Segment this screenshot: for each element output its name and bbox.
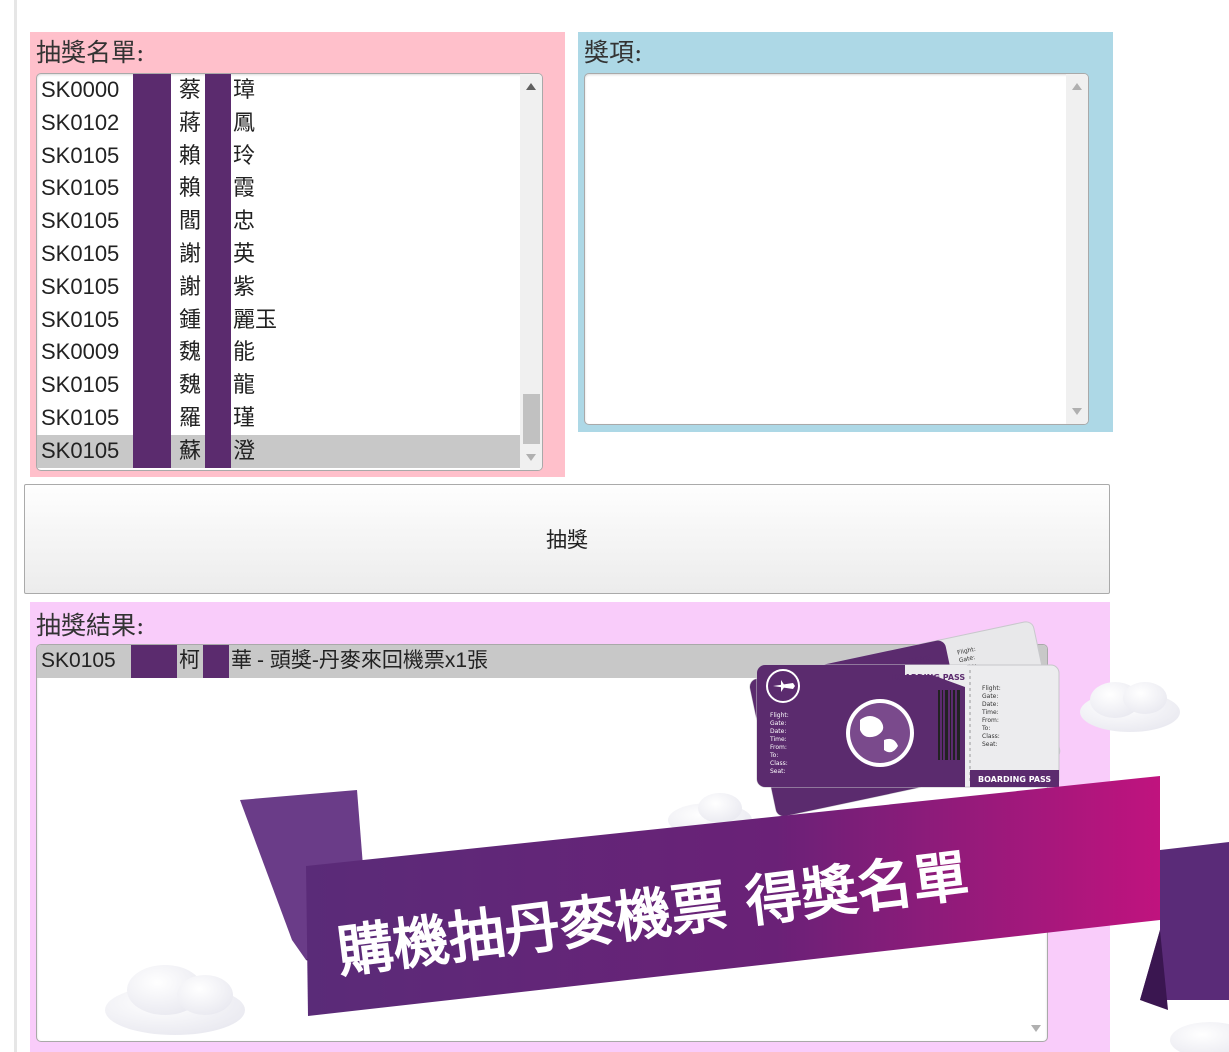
draw-list-rows: SK0000 蔡璋 SK0102 蔣鳳 SK0105 賴玲 SK0105 賴霞 SK01… [37, 74, 520, 468]
redaction-bar [133, 434, 171, 468]
redaction-bar [205, 74, 231, 107]
list-item[interactable]: SK0105 賴霞 [37, 172, 520, 206]
list-item[interactable]: SK0105 賴玲 [37, 139, 520, 173]
prizes-label: 獎項: [584, 38, 643, 67]
redaction-bar [133, 369, 171, 402]
redaction-bar [205, 106, 231, 140]
redaction-bar [131, 645, 177, 678]
redaction-bar [205, 270, 231, 304]
redaction-bar [205, 401, 231, 435]
list-item[interactable]: SK0102 蔣鳳 [37, 106, 520, 140]
redaction-bar [133, 270, 171, 304]
results-scrollbar[interactable] [1025, 645, 1047, 1041]
draw-button[interactable]: 抽獎 [24, 484, 1110, 594]
draw-list-select[interactable]: SK0000 蔡璋 SK0102 蔣鳳 SK0105 賴玲 SK0105 賴霞 SK01… [36, 73, 543, 471]
redaction-bar [133, 303, 171, 337]
redaction-bar [205, 139, 231, 173]
redaction-bar [205, 369, 231, 402]
list-item-selected[interactable]: SK0105 蘇澄 [37, 434, 520, 468]
list-item[interactable]: SK0000 蔡璋 [37, 74, 520, 107]
scroll-up-arrow-icon[interactable] [1072, 83, 1082, 90]
redaction-bar [133, 74, 171, 107]
redaction-bar [205, 237, 231, 271]
redaction-bar [133, 401, 171, 435]
redaction-bar [133, 336, 171, 370]
scroll-up-arrow-icon[interactable] [526, 83, 536, 90]
scroll-down-arrow-icon[interactable] [1072, 408, 1082, 415]
redaction-bar [203, 645, 229, 678]
scroll-down-arrow-icon[interactable] [526, 454, 536, 461]
list-item[interactable]: SK0105 羅瑾 [37, 401, 520, 435]
redaction-bar [205, 336, 231, 370]
redaction-bar [133, 172, 171, 206]
list-item[interactable]: SK0105 謝紫 [37, 270, 520, 304]
page-left-border [14, 0, 17, 1052]
draw-list-label: 抽獎名單: [36, 38, 145, 67]
list-item[interactable]: SK0105 閻忠 [37, 205, 520, 238]
list-item[interactable]: SK0009 魏能 [37, 336, 520, 370]
draw-list-scrollbar[interactable] [520, 74, 542, 470]
redaction-bar [205, 172, 231, 206]
list-item[interactable]: SK0105 鍾麗玉 [37, 303, 520, 337]
prizes-select[interactable] [584, 73, 1089, 425]
list-item[interactable]: SK0105 魏龍 [37, 369, 520, 402]
results-rows: SK0105 柯 華 - 頭獎-丹麥來回機票x1張 [37, 645, 1047, 678]
redaction-bar [133, 139, 171, 173]
cloud-icon [1170, 1022, 1229, 1052]
ribbon-tail-right [1140, 842, 1229, 1000]
prizes-scrollbar[interactable] [1066, 74, 1088, 424]
redaction-bar [205, 303, 231, 337]
redaction-bar [133, 237, 171, 271]
results-label: 抽獎結果: [36, 611, 145, 640]
results-panel: 抽獎結果: SK0105 柯 華 - 頭獎-丹麥來回機票x1張 [30, 602, 1110, 1052]
redaction-bar [133, 205, 171, 238]
scroll-thumb[interactable] [523, 394, 540, 444]
list-item[interactable]: SK0105 謝英 [37, 237, 520, 271]
results-select[interactable]: SK0105 柯 華 - 頭獎-丹麥來回機票x1張 [36, 644, 1048, 1042]
draw-list-panel: 抽獎名單: SK0000 蔡璋 SK0102 蔣鳳 SK0105 賴玲 SK0105 賴… [30, 32, 565, 477]
scroll-down-arrow-icon[interactable] [1031, 1025, 1041, 1032]
result-item-selected[interactable]: SK0105 柯 華 - 頭獎-丹麥來回機票x1張 [37, 645, 1047, 678]
redaction-bar [205, 434, 231, 468]
prizes-panel: 獎項: [578, 32, 1113, 432]
redaction-bar [205, 205, 231, 238]
redaction-bar [133, 106, 171, 140]
